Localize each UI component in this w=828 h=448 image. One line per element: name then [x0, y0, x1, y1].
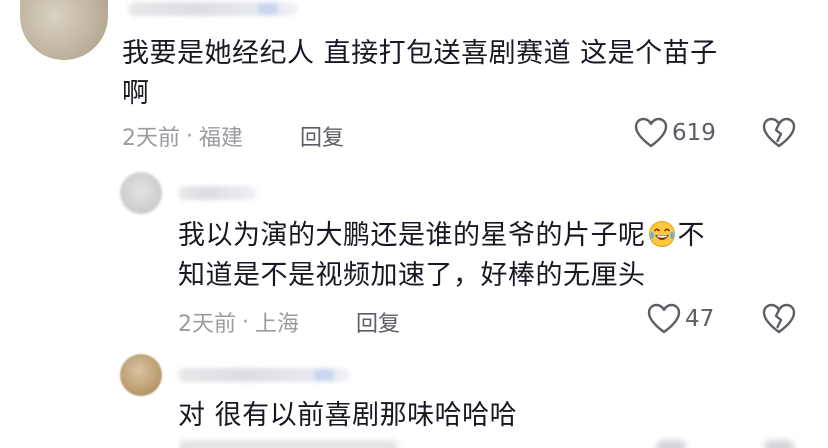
- like-count: 47: [685, 306, 715, 332]
- comment-time: 2天前: [122, 126, 180, 151]
- avatar[interactable]: [120, 354, 162, 396]
- comment-meta: 2天前 · 福建: [122, 120, 243, 152]
- laughing-crying-emoji-icon: [648, 220, 676, 248]
- like-button[interactable]: 619: [634, 117, 716, 149]
- heart-icon: [647, 303, 681, 334]
- comment-meta: 2天前 · 上海: [178, 306, 299, 338]
- dislike-button[interactable]: [762, 303, 796, 339]
- username-blurred[interactable]: [178, 368, 350, 382]
- dislike-button[interactable]: [762, 117, 796, 153]
- comment-text-segment: 不: [677, 220, 705, 251]
- comment-text-segment: 我以为演的大鹏还是谁的星爷的片子呢: [178, 220, 646, 251]
- separator: ·: [186, 123, 193, 149]
- comment-meta-partial: [178, 432, 818, 448]
- comment-location: 福建: [199, 126, 244, 151]
- avatar[interactable]: [20, 0, 108, 60]
- comment-text: 我以为演的大鹏还是谁的星爷的片子呢 不 知道是不是视频加速了，好棒的无厘头: [178, 216, 818, 296]
- comment-time: 2天前: [178, 312, 236, 337]
- username-blurred[interactable]: [128, 2, 298, 16]
- comment-text-line: 知道是不是视频加速了，好棒的无厘头: [178, 260, 646, 291]
- reply-button[interactable]: 回复: [356, 306, 400, 338]
- comment-text-line: 啊: [122, 78, 150, 109]
- broken-heart-icon: [762, 303, 796, 334]
- username-blurred[interactable]: [178, 186, 256, 200]
- comment-text-line: 我以为演的大鹏还是谁的星爷的片子呢 不: [178, 216, 818, 256]
- separator: ·: [242, 309, 249, 335]
- reply-button[interactable]: 回复: [300, 120, 344, 152]
- comment-text: 我要是她经纪人 直接打包送喜剧赛道 这是个苗子 啊: [122, 34, 812, 114]
- broken-heart-icon: [762, 117, 796, 148]
- comment-location: 上海: [255, 312, 300, 337]
- like-count: 619: [672, 120, 716, 146]
- heart-icon: [634, 117, 668, 148]
- comment-text: 对 很有以前喜剧那味哈哈哈: [178, 400, 518, 431]
- comment-text-line: 我要是她经纪人 直接打包送喜剧赛道 这是个苗子: [122, 38, 718, 69]
- like-button[interactable]: 47: [647, 303, 714, 335]
- avatar[interactable]: [120, 172, 162, 214]
